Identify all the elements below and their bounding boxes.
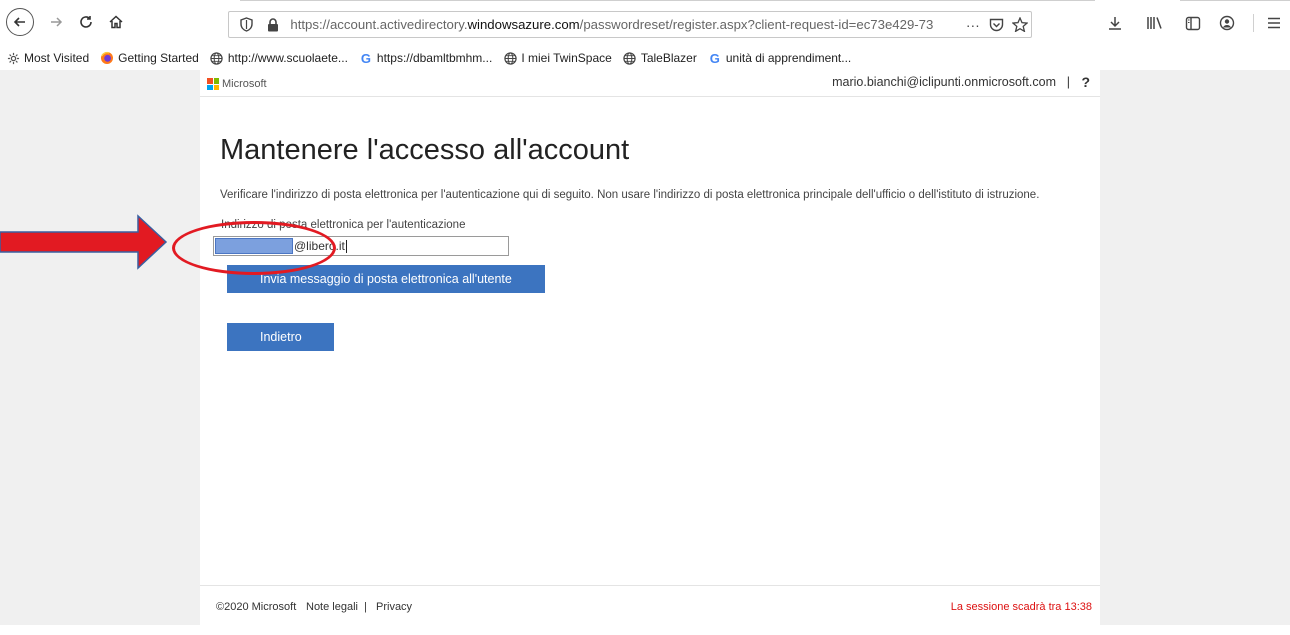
bookmark-taleblazer[interactable]: TaleBlazer: [623, 51, 697, 65]
account-button[interactable]: [1215, 12, 1239, 34]
bookmark-scuolaete[interactable]: http://www.scuolaete...: [210, 51, 348, 65]
google-icon: G: [709, 50, 720, 66]
page-viewport: Microsoft mario.bianchi@iclipunti.onmicr…: [0, 70, 1290, 625]
bookmark-label: unità di apprendiment...: [725, 51, 852, 65]
firefox-icon: [100, 51, 114, 65]
globe-icon: [210, 51, 224, 65]
annotation-circle: [172, 221, 336, 275]
library-icon: [1147, 17, 1162, 29]
header-separator: |: [1066, 75, 1070, 89]
pocket-icon[interactable]: [986, 18, 1008, 32]
copyright-text: ©2020 Microsoft: [216, 601, 297, 613]
toolbar-divider: [240, 0, 1095, 1]
bookmarks-toolbar: Most Visited Getting Started http://www.…: [0, 46, 1290, 70]
bookmark-label: I miei TwinSpace: [521, 51, 612, 65]
back-button-page[interactable]: Indietro: [227, 323, 334, 351]
session-timer: La sessione scadrà tra 13:38: [950, 601, 1092, 613]
toolbar-divider: [1180, 0, 1290, 1]
menu-button[interactable]: [1262, 12, 1286, 34]
home-icon: [109, 15, 123, 29]
tracking-shield-icon[interactable]: [237, 17, 257, 32]
account-icon: [1219, 15, 1235, 31]
bookmark-getting-started[interactable]: Getting Started: [100, 51, 199, 65]
microsoft-logo: Microsoft: [207, 78, 267, 90]
sidebar-icon: [1185, 16, 1201, 30]
url-text[interactable]: https://account.activedirectory.windowsa…: [290, 17, 956, 32]
microsoft-squares-icon: [207, 78, 219, 90]
bookmark-label: Getting Started: [118, 51, 199, 65]
page-footer: ©2020 Microsoft Note legali | Privacy La…: [200, 585, 1100, 625]
library-button[interactable]: [1143, 12, 1167, 34]
microsoft-wordmark: Microsoft: [222, 78, 267, 90]
page-header: Microsoft mario.bianchi@iclipunti.onmicr…: [200, 70, 1100, 97]
reload-icon: [80, 16, 92, 28]
bookmark-label: Most Visited: [24, 51, 90, 65]
forward-button[interactable]: [44, 10, 68, 34]
lock-icon[interactable]: [263, 17, 283, 32]
bookmark-most-visited[interactable]: Most Visited: [6, 51, 89, 65]
page-card: Microsoft mario.bianchi@iclipunti.onmicr…: [200, 70, 1100, 625]
bookmark-unita-apprendimento[interactable]: G unità di apprendiment...: [708, 50, 852, 66]
bookmark-dbamltbmhm[interactable]: G https://dbamltbmhm...: [359, 50, 493, 66]
bookmark-label: https://dbamltbmhm...: [376, 51, 493, 65]
home-button[interactable]: [104, 10, 128, 34]
url-suffix: /passwordreset/register.aspx?client-requ…: [579, 17, 934, 32]
annotation-arrow-icon: [0, 214, 168, 270]
page-actions-icon[interactable]: ···: [962, 17, 984, 33]
downloads-button[interactable]: [1103, 12, 1127, 34]
url-prefix: https://account.activedirectory.: [290, 17, 468, 32]
address-bar[interactable]: https://account.activedirectory.windowsa…: [228, 11, 1032, 38]
bookmark-star-icon[interactable]: [1009, 17, 1031, 32]
privacy-link[interactable]: Privacy: [376, 601, 412, 613]
reload-button[interactable]: [74, 10, 98, 34]
page-title: Mantenere l'accesso all'account: [220, 134, 630, 166]
instructions-text: Verificare l'indirizzo di posta elettron…: [220, 189, 1040, 201]
toolbar-separator: [1253, 14, 1254, 32]
browser-toolbar: https://account.activedirectory.windowsa…: [0, 0, 1290, 46]
bookmark-twinspace[interactable]: I miei TwinSpace: [503, 51, 612, 65]
url-host: windowsazure.com: [467, 17, 580, 32]
globe-icon: [503, 51, 517, 65]
google-icon: G: [360, 50, 371, 66]
gear-icon: [6, 51, 20, 65]
legal-notes-link[interactable]: Note legali: [306, 601, 358, 613]
text-caret: [345, 239, 347, 253]
back-button[interactable]: [6, 8, 34, 36]
globe-icon: [623, 51, 637, 65]
signed-in-user-email[interactable]: mario.bianchi@iclipunti.onmicrosoft.com: [832, 75, 1056, 89]
footer-separator: |: [364, 601, 367, 613]
arrow-right-icon: [51, 17, 63, 27]
arrow-left-icon: [13, 17, 25, 27]
hamburger-menu-icon: [1268, 17, 1280, 29]
bookmark-label: http://www.scuolaete...: [227, 51, 348, 65]
help-icon[interactable]: ?: [1081, 74, 1090, 90]
download-icon: [1109, 17, 1121, 30]
sidebar-button[interactable]: [1181, 12, 1205, 34]
bookmark-label: TaleBlazer: [640, 51, 697, 65]
